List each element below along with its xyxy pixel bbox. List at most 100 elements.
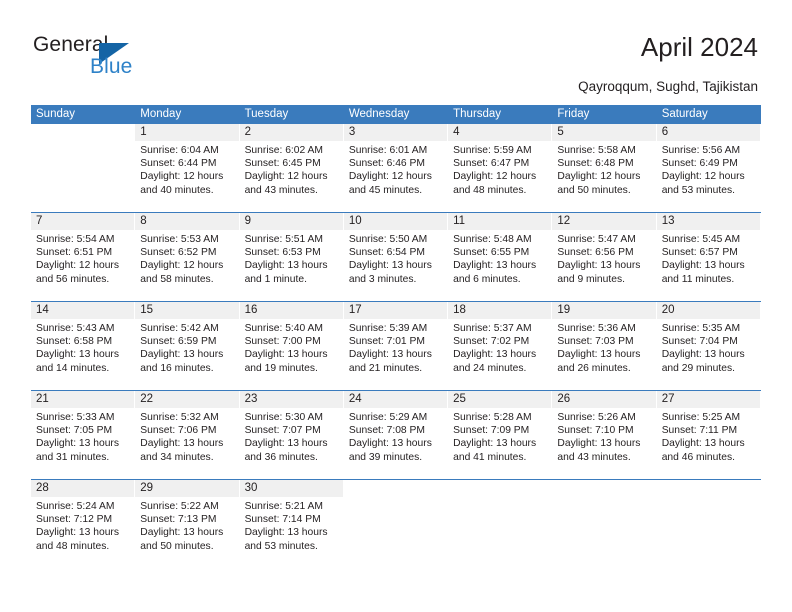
day-number: 11 [453,215,466,227]
day-number-band: 27 [656,391,760,408]
calendar-day-cell[interactable]: 20 Sunrise: 5:35 AM Sunset: 7:04 PM Dayligh… [656,302,761,390]
calendar-day-cell[interactable]: 11 Sunrise: 5:48 AM Sunset: 6:55 PM Dayligh… [448,213,553,301]
sunrise-time: Sunrise: 6:02 AM [244,145,323,156]
sunset-time: Sunset: 7:12 PM [36,514,113,526]
day-number-band: 22 [135,391,239,408]
calendar-day-cell[interactable]: 7 Sunrise: 5:54 AM Sunset: 6:51 PM Daylight… [31,213,136,301]
calendar-day-cell[interactable]: 1 Sunrise: 6:04 AM Sunset: 6:44 PM Daylight… [135,124,240,212]
calendar-day-cell[interactable]: 24 Sunrise: 5:29 AM Sunset: 7:08 PM Dayligh… [343,391,449,479]
calendar-week-cells: 28 Sunrise: 5:24 AM Sunset: 7:12 PM Dayligh… [31,480,761,568]
calendar-day-cell[interactable]: 21 Sunrise: 5:33 AM Sunset: 7:05 PM Dayligh… [31,391,136,479]
sunrise-time: Sunrise: 5:32 AM [140,412,219,423]
sunrise-time: Sunrise: 5:36 AM [557,323,636,334]
calendar-day-cell[interactable]: 30 Sunrise: 5:21 AM Sunset: 7:14 PM Dayligh… [239,480,344,568]
sunrise-time: Sunrise: 5:53 AM [140,234,219,245]
daylight-duration-line1: Daylight: 13 hours [557,349,641,361]
calendar-day-cell-empty [552,480,657,568]
sunset-time: Sunset: 6:46 PM [348,158,425,170]
daylight-duration-line1: Daylight: 12 hours [661,171,745,183]
calendar-day-cell[interactable]: 13 Sunrise: 5:45 AM Sunset: 6:57 PM Dayligh… [656,213,761,301]
weekday-header-wednesday: Wednesday [348,108,410,120]
calendar-day-cell[interactable]: 15 Sunrise: 5:42 AM Sunset: 6:59 PM Dayligh… [135,302,240,390]
calendar-day-cell[interactable]: 29 Sunrise: 5:22 AM Sunset: 7:13 PM Dayligh… [135,480,240,568]
daylight-duration-line2: and 11 minutes. [661,273,735,285]
day-sun-info: Sunrise: 5:24 AM Sunset: 7:12 PM Daylight:… [31,497,135,553]
calendar-day-cell[interactable]: 6 Sunrise: 5:56 AM Sunset: 6:49 PM Daylight… [656,124,761,212]
calendar-day-cell[interactable]: 23 Sunrise: 5:30 AM Sunset: 7:07 PM Dayligh… [239,391,344,479]
day-number: 8 [140,215,147,227]
daylight-duration-line2: and 9 minutes. [557,273,625,285]
sunset-time: Sunset: 6:58 PM [36,336,113,348]
day-sun-info: Sunrise: 5:26 AM Sunset: 7:10 PM Daylight:… [552,408,656,464]
calendar-day-cell[interactable]: 17 Sunrise: 5:39 AM Sunset: 7:01 PM Dayligh… [343,302,449,390]
daylight-duration-line2: and 1 minute. [244,273,307,285]
calendar-day-cell[interactable]: 22 Sunrise: 5:32 AM Sunset: 7:06 PM Dayligh… [135,391,240,479]
day-number-band: 28 [31,480,135,497]
sunrise-time: Sunrise: 5:30 AM [244,412,323,423]
sunrise-time: Sunrise: 5:37 AM [453,323,532,334]
day-number: 10 [348,215,362,227]
calendar-day-cell[interactable]: 8 Sunrise: 5:53 AM Sunset: 6:52 PM Daylight… [135,213,240,301]
daylight-duration-line2: and 48 minutes. [36,540,110,552]
calendar-weeks: 1 Sunrise: 6:04 AM Sunset: 6:44 PM Daylight… [31,124,761,568]
daylight-duration-line1: Daylight: 13 hours [36,349,119,361]
daylight-duration-line2: and 56 minutes. [36,273,110,285]
calendar-day-cell[interactable]: 2 Sunrise: 6:02 AM Sunset: 6:45 PM Daylight… [239,124,344,212]
daylight-duration-line1: Daylight: 13 hours [348,260,432,272]
calendar-day-cell[interactable]: 27 Sunrise: 5:25 AM Sunset: 7:11 PM Dayligh… [656,391,761,479]
day-number-band [343,480,448,497]
calendar-day-cell[interactable]: 25 Sunrise: 5:28 AM Sunset: 7:09 PM Dayligh… [448,391,553,479]
calendar-day-cell[interactable]: 10 Sunrise: 5:50 AM Sunset: 6:54 PM Dayligh… [343,213,449,301]
calendar-day-cell[interactable]: 26 Sunrise: 5:26 AM Sunset: 7:10 PM Dayligh… [552,391,657,479]
weekday-header-saturday: Saturday [661,108,708,120]
day-number: 30 [244,482,258,494]
day-number: 6 [661,126,669,138]
day-number: 18 [453,304,466,316]
day-number: 14 [36,304,49,316]
daylight-duration-line2: and 50 minutes. [557,184,631,196]
calendar-day-cell[interactable]: 12 Sunrise: 5:47 AM Sunset: 6:56 PM Dayligh… [552,213,657,301]
daylight-duration-line1: Daylight: 13 hours [140,349,224,361]
sunrise-time: Sunrise: 5:40 AM [244,323,323,334]
day-number: 12 [557,215,571,227]
calendar-day-cell[interactable]: 4 Sunrise: 5:59 AM Sunset: 6:47 PM Daylight… [448,124,553,212]
daylight-duration-line1: Daylight: 12 hours [140,260,224,272]
calendar-day-cell[interactable]: 28 Sunrise: 5:24 AM Sunset: 7:12 PM Dayligh… [31,480,136,568]
sunset-time: Sunset: 6:54 PM [348,247,425,259]
calendar-day-cell[interactable]: 19 Sunrise: 5:36 AM Sunset: 7:03 PM Dayligh… [552,302,657,390]
sunset-time: Sunset: 6:56 PM [557,247,634,259]
sunset-time: Sunset: 6:57 PM [661,247,738,259]
calendar-day-cell[interactable]: 5 Sunrise: 5:58 AM Sunset: 6:48 PM Daylight… [552,124,657,212]
sunrise-time: Sunrise: 5:33 AM [36,412,115,423]
daylight-duration-line2: and 16 minutes. [140,362,214,374]
daylight-duration-line1: Daylight: 13 hours [661,349,745,361]
sunset-time: Sunset: 7:00 PM [244,336,321,348]
day-number-band: 23 [239,391,343,408]
day-number-band: 4 [448,124,552,141]
day-number-band: 29 [135,480,239,497]
calendar-day-cell[interactable]: 18 Sunrise: 5:37 AM Sunset: 7:02 PM Dayligh… [448,302,553,390]
daylight-duration-line1: Daylight: 12 hours [244,171,328,183]
sunrise-time: Sunrise: 5:54 AM [36,234,115,245]
day-number: 1 [140,126,147,138]
sunset-time: Sunset: 7:04 PM [661,336,738,348]
day-sun-info: Sunrise: 5:28 AM Sunset: 7:09 PM Daylight:… [448,408,552,464]
sunset-time: Sunset: 7:02 PM [453,336,530,348]
daylight-duration-line1: Daylight: 13 hours [453,438,537,450]
sunrise-time: Sunrise: 5:24 AM [36,501,115,512]
day-number: 9 [244,215,251,227]
calendar-day-cell[interactable]: 3 Sunrise: 6:01 AM Sunset: 6:46 PM Daylight… [343,124,449,212]
day-sun-info: Sunrise: 5:45 AM Sunset: 6:57 PM Daylight:… [657,230,761,286]
calendar-day-cell[interactable]: 9 Sunrise: 5:51 AM Sunset: 6:53 PM Daylight… [239,213,344,301]
day-sun-info: Sunrise: 5:43 AM Sunset: 6:58 PM Daylight:… [31,319,135,375]
day-number-band: 19 [552,302,656,319]
sunrise-time: Sunrise: 5:48 AM [453,234,532,245]
day-number-band: 2 [239,124,343,141]
day-number: 28 [36,482,49,494]
calendar-day-cell[interactable]: 16 Sunrise: 5:40 AM Sunset: 7:00 PM Dayligh… [239,302,344,390]
day-number: 29 [140,482,154,494]
sunrise-time: Sunrise: 5:42 AM [140,323,219,334]
calendar-day-cell[interactable]: 14 Sunrise: 5:43 AM Sunset: 6:58 PM Dayligh… [31,302,136,390]
sunset-time: Sunset: 6:47 PM [453,158,530,170]
sunrise-time: Sunrise: 5:22 AM [140,501,219,512]
